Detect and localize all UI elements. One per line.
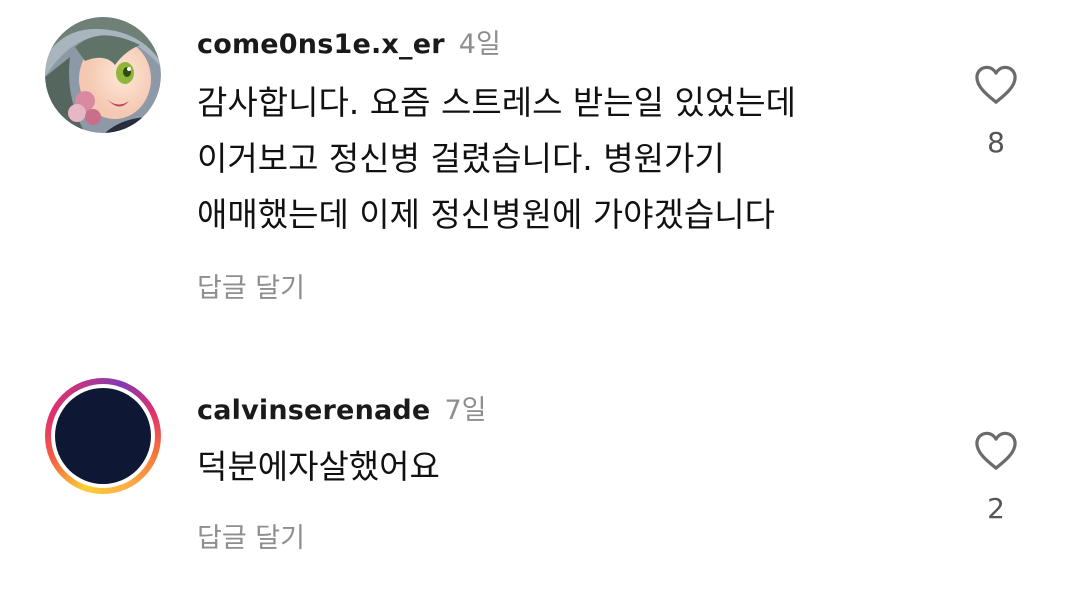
comment-time: 4일	[458, 29, 501, 60]
like-button[interactable]: 8	[966, 64, 1026, 159]
like-count: 8	[987, 126, 1005, 159]
avatar[interactable]	[45, 378, 161, 494]
heart-outline-icon	[975, 65, 1017, 104]
avatar-image	[55, 388, 151, 484]
avatar[interactable]	[45, 17, 161, 133]
reply-button[interactable]: 답글 달기	[197, 516, 305, 555]
comment-item: come0ns1e.x_er 4일 감사합니다. 요즘 스트레스 받는일 있었는데…	[0, 0, 1080, 330]
like-button[interactable]: 2	[966, 430, 1026, 525]
reply-button[interactable]: 답글 달기	[197, 266, 305, 305]
comment-header: calvinserenade 7일	[197, 388, 486, 427]
comment-body: 덕분에자살했어요	[197, 439, 440, 495]
comment-line: 감사합니다. 요즘 스트레스 받는일 있었는데	[197, 83, 796, 122]
username[interactable]: come0ns1e.x_er	[197, 29, 445, 60]
comment-header: come0ns1e.x_er 4일	[197, 22, 501, 61]
comment-time: 7일	[444, 395, 487, 426]
comment-line: 애매했는데 이제 정신병원에 가야겠습니다	[197, 195, 775, 234]
like-count: 2	[987, 492, 1005, 525]
comment-line: 덕분에자살했어요	[197, 447, 440, 486]
comment-body: 감사합니다. 요즘 스트레스 받는일 있었는데 이거보고 정신병 걸렸습니다. …	[197, 75, 796, 243]
comment-line: 이거보고 정신병 걸렸습니다. 병원가기	[197, 139, 725, 178]
heart-outline-icon	[975, 431, 1017, 470]
comment-item: calvinserenade 7일 덕분에자살했어요 답글 달기 2	[0, 330, 1080, 601]
anime-avatar-image	[45, 17, 161, 133]
username[interactable]: calvinserenade	[197, 395, 430, 426]
